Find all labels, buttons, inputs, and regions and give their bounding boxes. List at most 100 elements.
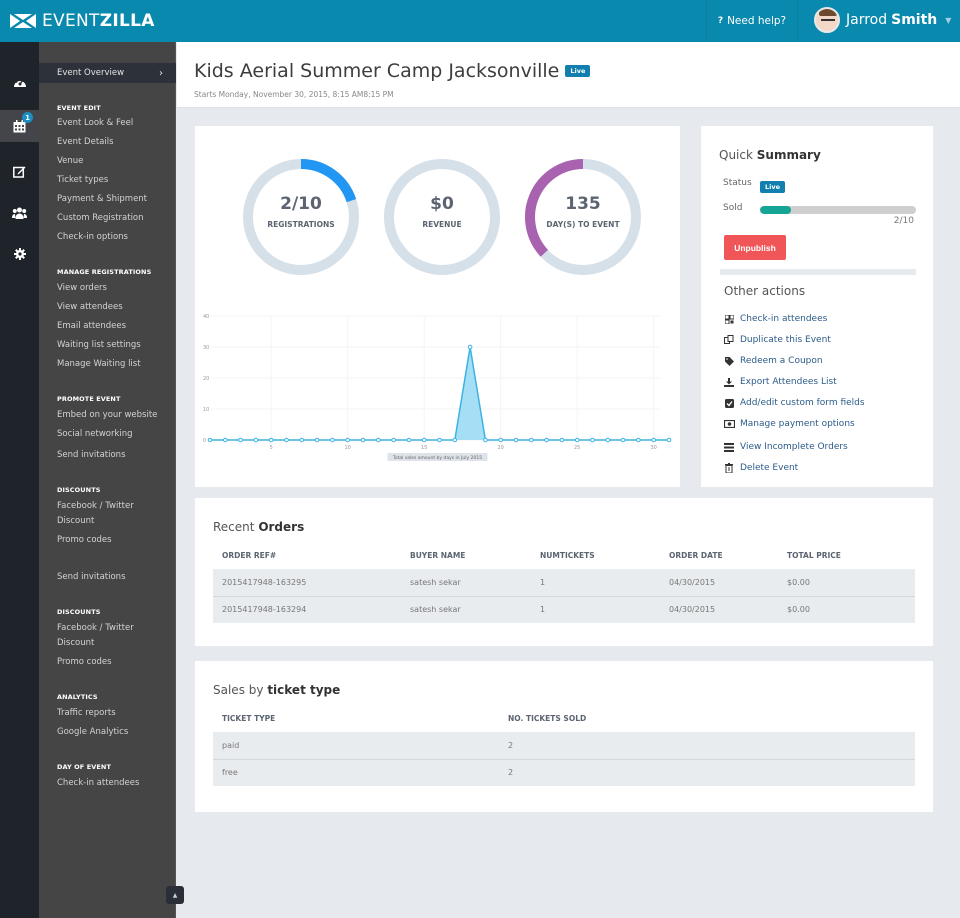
buyer-name: satesh sekar [401, 569, 531, 597]
data-point [544, 437, 549, 443]
sidebar-item-manage-waiting-list[interactable]: Manage Waiting list [57, 357, 141, 372]
rail-settings[interactable] [0, 238, 39, 270]
quick-summary-title: Quick Summary [719, 148, 821, 162]
sidebar-heading: PROMOTE EVENT [57, 395, 121, 403]
data-point [376, 437, 381, 443]
title-bold: Orders [258, 520, 305, 534]
action-checkin-attendees[interactable]: Check-in attendees [723, 314, 827, 324]
sidebar-item-fb-twitter-discount[interactable]: Facebook / Twitter Discount [57, 621, 157, 651]
sidebar-item-waiting-list-settings[interactable]: Waiting list settings [57, 338, 141, 353]
unpublish-button[interactable]: Unpublish [724, 235, 786, 260]
logo[interactable]: EVENT ZILLA [10, 11, 155, 31]
ticket-sales-title: Sales by ticket type [213, 683, 340, 697]
sidebar-item-view-attendees[interactable]: View attendees [57, 300, 123, 315]
sidebar-item-send-invitations[interactable]: Send invitations [57, 448, 126, 463]
rail-edit[interactable] [0, 155, 39, 187]
tickets-sold: 2 [499, 759, 915, 786]
rail-calendar[interactable]: 1 [0, 110, 39, 142]
data-point [330, 437, 335, 443]
registrations-donut: 2/10 REGISTRATIONS [242, 158, 360, 276]
recent-orders-title: Recent Orders [213, 520, 304, 534]
logo-text-light: EVENT [42, 11, 100, 31]
gear-icon [13, 248, 26, 260]
title-light: Sales by [213, 683, 264, 697]
data-point [345, 437, 350, 443]
sidebar-item-ticket-types[interactable]: Ticket types [57, 173, 108, 188]
table-row[interactable]: paid 2 [213, 732, 915, 760]
x-tick-label: 10 [345, 445, 351, 451]
users-icon [12, 207, 27, 219]
action-delete-event[interactable]: Delete Event [723, 463, 798, 473]
quick-summary-card: Quick Summary Status Live Sold 2/10 Unpu… [701, 126, 933, 487]
action-label: Redeem a Coupon [740, 356, 823, 366]
sidebar-item-checkin-attendees[interactable]: Check-in attendees [57, 776, 139, 791]
other-actions-title: Other actions [724, 284, 806, 298]
area-fill [210, 347, 669, 440]
table-header-row: ORDER REF# BUYER NAME NUMTICKETS ORDER D… [213, 541, 915, 569]
sold-progress-fill [760, 206, 792, 214]
sidebar-item-view-orders[interactable]: View orders [57, 281, 107, 296]
sidebar-item-venue[interactable]: Venue [57, 154, 83, 169]
sidebar-item-send-invitations[interactable]: Send invitations [57, 570, 126, 585]
data-point [666, 437, 672, 443]
title-light: Recent [213, 520, 255, 534]
action-label: Delete Event [740, 463, 799, 473]
status-label: Status [723, 178, 752, 188]
sidebar-item-label: Event Overview [57, 68, 125, 78]
title-bold: Summary [756, 148, 821, 162]
action-duplicate-event[interactable]: Duplicate this Event [723, 335, 831, 345]
sidebar-item-traffic-reports[interactable]: Traffic reports [57, 706, 116, 721]
table-row[interactable]: 2015417948-163295 satesh sekar 1 04/30/2… [213, 569, 915, 597]
action-payment-options[interactable]: Manage payment options [723, 419, 855, 429]
user-menu[interactable]: Jarrod Smith ▼ [814, 7, 951, 33]
page-title: Kids Aerial Summer Camp Jacksonville Liv… [194, 60, 591, 82]
x-tick-label: 30 [651, 445, 657, 451]
data-point [223, 437, 228, 443]
data-point [559, 437, 565, 443]
sidebar-item-custom-registration[interactable]: Custom Registration [57, 211, 144, 226]
sidebar-heading: EVENT EDIT [57, 104, 101, 112]
recent-orders-table: ORDER REF# BUYER NAME NUMTICKETS ORDER D… [213, 541, 915, 623]
sidebar-item-fb-twitter-discount[interactable]: Facebook / Twitter Discount [57, 499, 157, 529]
notification-badge: 1 [22, 112, 33, 123]
action-export-attendees[interactable]: Export Attendees List [723, 377, 837, 387]
logo-text-bold: ZILLA [99, 11, 155, 31]
action-label: Add/edit custom form fields [740, 398, 865, 408]
ticket-type: free [213, 759, 499, 786]
action-redeem-coupon[interactable]: Redeem a Coupon [723, 356, 823, 366]
sidebar-item-embed[interactable]: Embed on your website [57, 408, 157, 423]
sidebar-item-event-overview[interactable]: Event Overview › [39, 63, 176, 83]
total-price: $0.00 [778, 569, 915, 597]
caret-up-icon: ▲ [172, 891, 178, 899]
table-row[interactable]: 2015417948-163294 satesh sekar 1 04/30/2… [213, 596, 915, 623]
need-help-link[interactable]: ? Need help? [706, 0, 798, 42]
sidebar-item-promo-codes[interactable]: Promo codes [57, 533, 112, 548]
sidebar-item-checkin-options[interactable]: Check-in options [57, 230, 128, 245]
data-point [238, 437, 243, 443]
data-point [620, 437, 626, 443]
sidebar-item-email-attendees[interactable]: Email attendees [57, 319, 126, 334]
rail-users[interactable] [0, 197, 39, 229]
overview-card: 2/10 REGISTRATIONS $0 REVENUE 135 DAY(S)… [195, 126, 680, 487]
sidebar-item-event-details[interactable]: Event Details [57, 135, 114, 150]
sidebar-item-social[interactable]: Social networking [57, 427, 133, 442]
trash-icon [723, 463, 735, 473]
data-point [253, 437, 259, 443]
table-row[interactable]: free 2 [213, 759, 915, 786]
days-to-event-donut: 135 DAY(S) TO EVENT [524, 158, 642, 276]
scroll-to-top-button[interactable]: ▲ [166, 886, 184, 904]
sidebar: Event Overview › EVENT EDIT Event Look &… [39, 42, 176, 918]
sidebar-item-look-feel[interactable]: Event Look & Feel [57, 116, 133, 131]
rail-dashboard[interactable] [0, 66, 39, 98]
sidebar-item-payment[interactable]: Payment & Shipment [57, 192, 147, 207]
stat-label: REVENUE [422, 220, 462, 229]
data-point [360, 437, 366, 443]
action-custom-form-fields[interactable]: Add/edit custom form fields [723, 398, 865, 408]
data-point [207, 437, 213, 443]
action-incomplete-orders[interactable]: View Incomplete Orders [723, 442, 848, 452]
sidebar-item-promo-codes[interactable]: Promo codes [57, 655, 112, 670]
sidebar-item-google-analytics[interactable]: Google Analytics [57, 725, 128, 740]
chevron-down-icon: ▼ [945, 15, 952, 25]
avatar [814, 7, 840, 33]
event-title: Kids Aerial Summer Camp Jacksonville [194, 60, 560, 82]
